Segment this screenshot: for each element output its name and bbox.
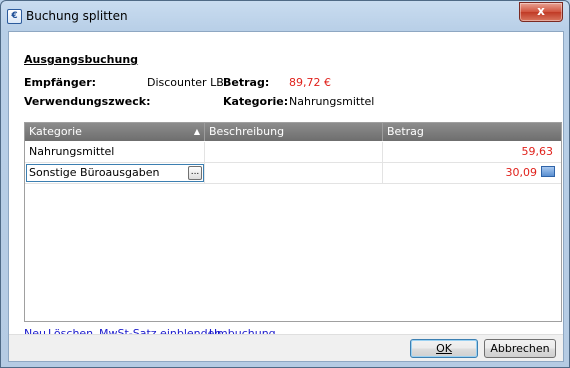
source-section-title: Ausgangsbuchung [24, 53, 139, 66]
sort-ascending-icon: ▲ [193, 127, 200, 136]
column-header-category-label: Kategorie [29, 125, 82, 138]
dialog-window: € Buchung splitten x Ausgangsbuchung Emp… [0, 0, 570, 368]
window-title: Buchung splitten [26, 9, 128, 23]
table-row[interactable]: Sonstige Büroausgaben ... 30,09 [25, 163, 561, 184]
column-header-description-label: Beschreibung [209, 125, 285, 138]
euro-icon: € [7, 9, 22, 24]
row-description-cell[interactable] [205, 142, 383, 162]
cancel-button-label: Abbrechen [490, 342, 550, 355]
column-header-amount[interactable]: Betrag [383, 123, 561, 141]
ok-button[interactable]: OK [410, 339, 478, 358]
amount-value: 89,72 € [289, 76, 331, 89]
row-amount-cell[interactable]: 30,09 [383, 163, 561, 183]
column-header-amount-label: Betrag [387, 125, 424, 138]
row-amount-cell[interactable]: 59,63 [383, 142, 561, 162]
column-header-category[interactable]: Kategorie ▲ [25, 123, 205, 141]
ok-button-label: OK [436, 342, 452, 355]
calculator-icon[interactable] [541, 166, 555, 177]
split-grid: Kategorie ▲ Beschreibung Betrag Nahrungs… [24, 122, 562, 322]
column-header-description[interactable]: Beschreibung [205, 123, 383, 141]
grid-header: Kategorie ▲ Beschreibung Betrag [25, 123, 561, 141]
dialog-content: Ausgangsbuchung Empfänger: Discounter LB… [8, 31, 564, 362]
title-bar[interactable]: € Buchung splitten x [1, 1, 569, 31]
close-button[interactable]: x [519, 2, 563, 22]
cancel-button[interactable]: Abbrechen [484, 339, 556, 358]
recipient-value: Discounter LB [147, 76, 224, 89]
row-description-cell[interactable] [205, 163, 383, 183]
row-category-cell[interactable]: Nahrungsmittel [25, 142, 205, 162]
category-label: Kategorie: [223, 95, 289, 108]
row-category-cell[interactable]: Sonstige Büroausgaben ... [25, 163, 205, 183]
purpose-label: Verwendungszweck: [24, 95, 151, 108]
amount-label: Betrag: [223, 76, 270, 89]
table-row[interactable]: Nahrungsmittel 59,63 [25, 142, 561, 163]
category-edit-field[interactable]: Sonstige Büroausgaben ... [26, 164, 204, 182]
category-browse-button[interactable]: ... [188, 166, 202, 180]
category-edit-value: Sonstige Büroausgaben [29, 166, 160, 179]
button-bar: OK Abbrechen [9, 334, 563, 361]
category-value: Nahrungsmittel [289, 95, 375, 108]
recipient-label: Empfänger: [24, 76, 97, 89]
row-amount-value: 30,09 [505, 166, 538, 179]
